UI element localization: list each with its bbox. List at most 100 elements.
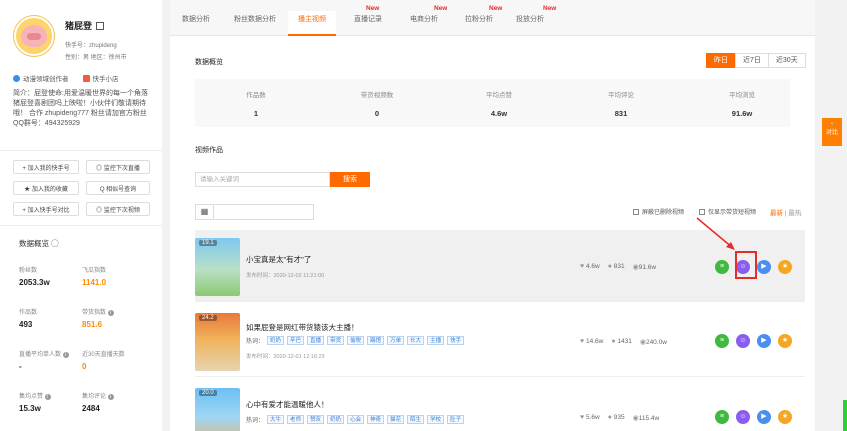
video-title[interactable]: 小宝真是太"有才"了: [246, 254, 311, 265]
sort-hot[interactable]: 最热: [788, 210, 801, 217]
video-time: 发布时间：2020-12-01 12:16:23: [246, 354, 325, 360]
star-icon[interactable]: ★: [778, 410, 792, 424]
summary-works: 作品数 1: [246, 92, 266, 118]
tab-fans-gain[interactable]: 拉粉分析: [465, 14, 493, 24]
stat-label: 近30天直播天数: [82, 352, 125, 358]
stat-label: 作品数: [19, 310, 38, 316]
tab-host-videos[interactable]: 播主视频: [288, 11, 336, 36]
star-icon[interactable]: ★: [778, 334, 792, 348]
qrcode-icon[interactable]: [96, 22, 105, 30]
tab-ecommerce[interactable]: 电商分析: [410, 14, 438, 24]
comment-icon: ●: [611, 338, 616, 345]
summary-panel: 作品数 1 带货视频数 0 平均点赞 4.6w 平均评论 831 平均浏览 91.6w: [195, 79, 790, 127]
range-selector: 昨日 近7日 近30天: [706, 53, 806, 68]
comment-icon: ●: [607, 263, 612, 270]
search-button[interactable]: 搜索: [330, 172, 370, 187]
video-thumbnail[interactable]: 20.0: [195, 388, 240, 431]
video-row[interactable]: 20.0 心中有爱才能温暖他人！ 热词： 大牛 老师 赞叹 奶奶 心会 神奇 猫花 陌生 学校 肚子…: [195, 380, 805, 431]
filter-hide-deleted[interactable]: 屏蔽已删除视频: [633, 207, 684, 216]
heart-icon: ♥: [580, 263, 585, 270]
video-title[interactable]: 如果屁登是网红带货猿该大主播！: [246, 322, 359, 333]
checkbox[interactable]: [699, 208, 705, 215]
add-favorite-button[interactable]: ★ 加入我的收藏: [13, 181, 79, 195]
similar-search-button[interactable]: Q 相似号查询: [86, 181, 150, 195]
feigua-index: 1141.0: [82, 278, 107, 287]
shop-icon: [82, 74, 90, 82]
works-title: 视频作品: [195, 147, 223, 154]
range-yesterday[interactable]: 昨日: [706, 53, 736, 68]
kuaishou-id: 快手号：zhupideng: [65, 43, 117, 49]
video-stats: ♥ 4.6w ● 831 ◉91.6w: [580, 263, 657, 271]
star-icon[interactable]: ★: [778, 260, 792, 274]
avatar: [14, 16, 54, 56]
sales-index: 851.6: [82, 320, 103, 329]
video-monitor-button[interactable]: ◎ 监控下次视频: [86, 202, 150, 216]
live-monitor-button[interactable]: ◎ 监控下次直播: [86, 160, 150, 174]
summary-sales-videos: 带货视频数 0: [360, 92, 394, 118]
add-compare-button[interactable]: + 加入快手号对比: [13, 202, 79, 216]
fans-count: 2053.3w: [19, 278, 50, 287]
date-picker[interactable]: ▦: [195, 204, 314, 220]
summary-avg-likes: 平均点赞 4.6w: [486, 92, 512, 118]
scrollbar[interactable]: [843, 400, 847, 431]
info-icon[interactable]: i: [44, 394, 51, 400]
video-thumbnail[interactable]: 24.2: [195, 313, 240, 371]
tab-bar: 数据分析 粉丝数据分析 播主视频 New 直播记录 New 电商分析 New 拉…: [170, 0, 815, 36]
gender-location: 性别：男 地区：徐州市: [65, 55, 127, 61]
profile-bio: 简介：屁登使命:用爱温暖世界的每一个角落 猪屁登喜剧团吗上映啦！小伙伴们敬请期待…: [13, 90, 148, 127]
annotation-arrow: [696, 217, 735, 250]
play-icon[interactable]: ▶: [757, 410, 771, 424]
highlight-box: [735, 251, 757, 279]
main-panel: 数据分析 粉丝数据分析 播主视频 New 直播记录 New 电商分析 New 拉…: [170, 0, 815, 431]
add-my-button[interactable]: + 加入我的快手号: [13, 160, 79, 174]
keyword-search-input[interactable]: 请输入关键词: [195, 172, 330, 187]
tab-data-analysis[interactable]: 数据分析: [182, 14, 210, 24]
new-badge: New: [543, 5, 557, 12]
checkbox[interactable]: [633, 208, 639, 215]
profile-sidebar: 猪屁登 快手号：zhupideng 性别：男 地区：徐州市 动漫领域创作者 快手…: [0, 0, 162, 431]
verified-icon: [13, 74, 20, 82]
fans-icon[interactable]: ☺: [736, 410, 750, 424]
detail-icon[interactable]: ≡: [715, 260, 729, 274]
video-tags: 热词： 大牛 老师 赞叹 奶奶 心会 神奇 猫花 陌生 学校 肚子: [246, 415, 465, 424]
sort-links: 最新 | 最热: [770, 210, 802, 217]
profile-name: 猪屁登: [65, 19, 105, 32]
range-30days[interactable]: 近30天: [767, 53, 806, 68]
detail-icon[interactable]: ≡: [715, 410, 729, 424]
avg-comments: 2484: [82, 404, 100, 413]
live-avg-viewers: -: [19, 362, 22, 371]
tab-fans-analysis[interactable]: 粉丝数据分析: [234, 14, 276, 24]
tab-promotion[interactable]: 投放分析: [516, 14, 544, 24]
avg-likes: 15.3w: [19, 404, 41, 413]
works-count: 493: [19, 320, 33, 329]
video-thumbnail[interactable]: 19.1: [195, 238, 240, 296]
heart-icon: ♥: [580, 338, 585, 345]
info-icon[interactable]: i: [62, 352, 69, 358]
video-ops: ≡ ☺ ▶ ★: [715, 410, 792, 424]
video-row[interactable]: 24.2 如果屁登是网红带货猿该大主播！ 热词： 奶奶 辛巴 直播 带货 偷税 踢馆 万单 长大…: [195, 305, 805, 377]
detail-icon[interactable]: ≡: [715, 334, 729, 348]
tab-live-records[interactable]: 直播记录: [354, 14, 382, 24]
info-icon[interactable]: i: [107, 394, 114, 400]
video-stats: ♥ 5.6w ● 935 ◉115.4w: [580, 414, 660, 422]
video-title[interactable]: 心中有爱才能温暖他人！: [246, 399, 329, 410]
info-icon[interactable]: i: [107, 310, 114, 316]
play-icon[interactable]: ▶: [757, 260, 771, 274]
filter-sales-only[interactable]: 仅显示带货短视频: [699, 207, 756, 216]
range-7days[interactable]: 近7日: [735, 53, 769, 68]
video-time: 发布时间：2020-12-02 11:21:00: [246, 273, 325, 279]
overview-title: 数据概览 ◯: [19, 239, 59, 248]
heart-icon: ♥: [580, 414, 585, 421]
play-icon[interactable]: ▶: [757, 334, 771, 348]
live-days: 0: [82, 362, 87, 371]
stat-label: 粉丝数: [19, 268, 38, 274]
compare-float-button[interactable]: ‹ 对比: [822, 118, 842, 146]
new-badge: New: [366, 5, 380, 12]
calendar-icon: ▦: [196, 205, 214, 219]
summary-avg-views: 平均浏览 91.6w: [729, 92, 755, 118]
sort-latest[interactable]: 最新: [770, 210, 783, 217]
fans-icon[interactable]: ☺: [736, 334, 750, 348]
summary-title: 数据概览: [195, 59, 223, 66]
stat-label: 集均点赞 i: [19, 391, 51, 400]
stat-label: 集均评论 i: [82, 391, 114, 400]
